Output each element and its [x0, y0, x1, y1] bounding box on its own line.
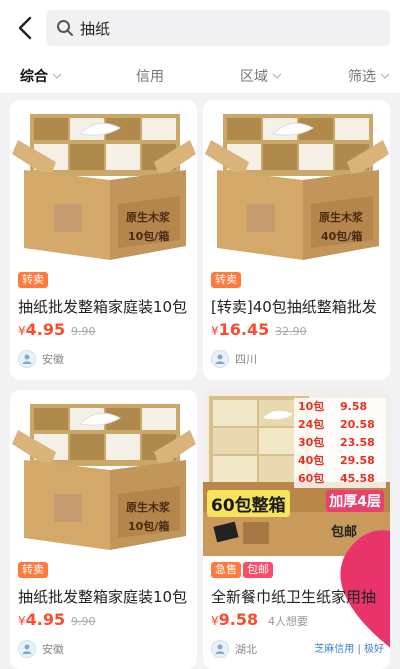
tissue-box-illustration: 原生木浆 10包/箱: [10, 100, 197, 266]
filter-screen[interactable]: 筛选: [348, 66, 390, 86]
qty-price: 45.58: [340, 472, 375, 485]
price-row: 30包 23.58: [298, 434, 382, 452]
product-price: ¥4.95 9.90: [18, 610, 95, 629]
seller-location: 安徽: [42, 353, 64, 366]
product-image: 原生木浆 40包/箱: [203, 100, 390, 266]
box-label-top: 原生木浆: [126, 500, 171, 514]
chevron-down-icon: [272, 73, 282, 79]
product-image: 原生木浆 10包/箱: [10, 100, 197, 266]
product-image: 原生木浆 10包/箱: [10, 390, 197, 556]
original-price: 9.90: [70, 615, 96, 628]
product-price: ¥9.58 4人想要: [211, 610, 308, 629]
filter-bar: 综合 信用 区域 筛选: [0, 56, 400, 94]
product-image: 10包 9.58 24包 20.58 30包 23.58 40包 29.58 60包 45…: [203, 390, 390, 648]
avatar: [211, 640, 229, 658]
price-row: 40包 29.58: [298, 452, 382, 470]
price-row: 10包 9.58: [298, 398, 382, 416]
product-title: 全新餐巾纸卫生纸家用抽: [211, 588, 377, 606]
price-row: 60包 45.58: [298, 470, 382, 488]
original-price: 9.90: [70, 325, 96, 338]
seller-location: 湖北: [235, 643, 257, 656]
box-label-bottom: 10包/箱: [128, 229, 169, 243]
seller-info[interactable]: 四川: [211, 350, 257, 368]
product-card[interactable]: 原生木浆 10包/箱 转卖 抽纸批发整箱家庭装10包 ¥4.95 9.90 安徽: [10, 390, 197, 669]
qty-label: 10包: [298, 400, 325, 413]
product-price: ¥4.95 9.90: [18, 320, 95, 339]
qty-label: 60包: [298, 472, 325, 485]
product-title: 抽纸批发整箱家庭装10包: [18, 588, 188, 606]
tag-badge: 包邮: [243, 562, 273, 578]
search-bar[interactable]: 抽纸: [46, 10, 390, 46]
user-icon: [215, 644, 225, 654]
price-value: 4.95: [25, 320, 66, 339]
avatar: [18, 640, 36, 658]
product-card[interactable]: 原生木浆 10包/箱 转卖 抽纸批发整箱家庭装10包 ¥4.95 9.90 安徽: [10, 100, 197, 380]
qty-label: 24包: [298, 418, 325, 431]
free-shipping-heart: 包邮: [326, 514, 390, 648]
filter-credit[interactable]: 信用: [136, 66, 164, 86]
filter-label: 综合: [20, 69, 48, 85]
filter-label: 区域: [240, 69, 268, 85]
seller-location: 安徽: [42, 643, 64, 656]
price-row: 24包 20.58: [298, 416, 382, 434]
back-arrow-icon: [18, 16, 32, 40]
currency-symbol: ¥: [211, 614, 219, 628]
price-value: 9.58: [218, 610, 259, 629]
tag-badge: 转卖: [18, 562, 48, 578]
box-label-top: 原生木浆: [126, 210, 171, 224]
product-card[interactable]: 原生木浆 40包/箱 转卖 [转卖]40包抽纸整箱批发 ¥16.45 32.90 …: [203, 100, 390, 380]
qty-label: 40包: [298, 454, 325, 467]
product-title: 抽纸批发整箱家庭装10包: [18, 298, 188, 316]
tag-badge: 转卖: [18, 272, 48, 288]
user-icon: [22, 644, 32, 654]
product-price: ¥16.45 32.90: [211, 320, 307, 339]
seller-location: 四川: [235, 353, 257, 366]
search-query[interactable]: 抽纸: [80, 18, 110, 39]
filter-comprehensive[interactable]: 综合: [20, 66, 62, 86]
banner-label: 60包整箱: [207, 490, 290, 517]
tag-badge: 急售: [211, 562, 241, 578]
qty-price: 20.58: [340, 418, 375, 431]
heart-badge-text: 包邮: [331, 525, 358, 540]
want-count: 4人想要: [267, 615, 308, 628]
filter-label: 信用: [136, 69, 164, 85]
qty-price: 23.58: [340, 436, 375, 449]
price-value: 16.45: [218, 320, 270, 339]
currency-symbol: ¥: [18, 614, 26, 628]
tissue-box-illustration: 原生木浆 10包/箱: [10, 390, 197, 556]
avatar: [18, 350, 36, 368]
seller-info[interactable]: 安徽: [18, 350, 64, 368]
chevron-down-icon: [52, 73, 62, 79]
seller-info[interactable]: 湖北: [211, 640, 257, 658]
back-button[interactable]: [14, 14, 38, 42]
box-label-top: 原生木浆: [319, 210, 364, 224]
product-title: [转卖]40包抽纸整箱批发: [211, 298, 377, 316]
tag-badge: 转卖: [211, 272, 241, 288]
user-icon: [22, 354, 32, 364]
qty-price: 29.58: [340, 454, 375, 467]
original-price: 32.90: [275, 325, 307, 338]
currency-symbol: ¥: [18, 324, 26, 338]
credit-rating: 芝麻信用 | 极好: [314, 644, 384, 655]
box-label-bottom: 10包/箱: [128, 519, 169, 533]
search-icon: [57, 20, 73, 36]
price-list: 10包 9.58 24包 20.58 30包 23.58 40包 29.58 60包 45…: [294, 398, 386, 488]
qty-label: 30包: [298, 436, 325, 449]
user-icon: [215, 354, 225, 364]
avatar: [211, 350, 229, 368]
thick-label: 加厚4层: [326, 490, 384, 512]
top-bar: 抽纸: [0, 0, 400, 56]
seller-info[interactable]: 安徽: [18, 640, 64, 658]
filter-label: 筛选: [348, 69, 376, 85]
chevron-down-icon: [380, 73, 390, 79]
price-value: 4.95: [25, 610, 66, 629]
filter-region[interactable]: 区域: [240, 66, 282, 86]
box-label-bottom: 40包/箱: [321, 229, 362, 243]
qty-price: 9.58: [340, 400, 368, 413]
tissue-box-illustration: 原生木浆 40包/箱: [203, 100, 390, 266]
currency-symbol: ¥: [211, 324, 219, 338]
product-card[interactable]: 10包 9.58 24包 20.58 30包 23.58 40包 29.58 60包 45…: [203, 390, 390, 669]
